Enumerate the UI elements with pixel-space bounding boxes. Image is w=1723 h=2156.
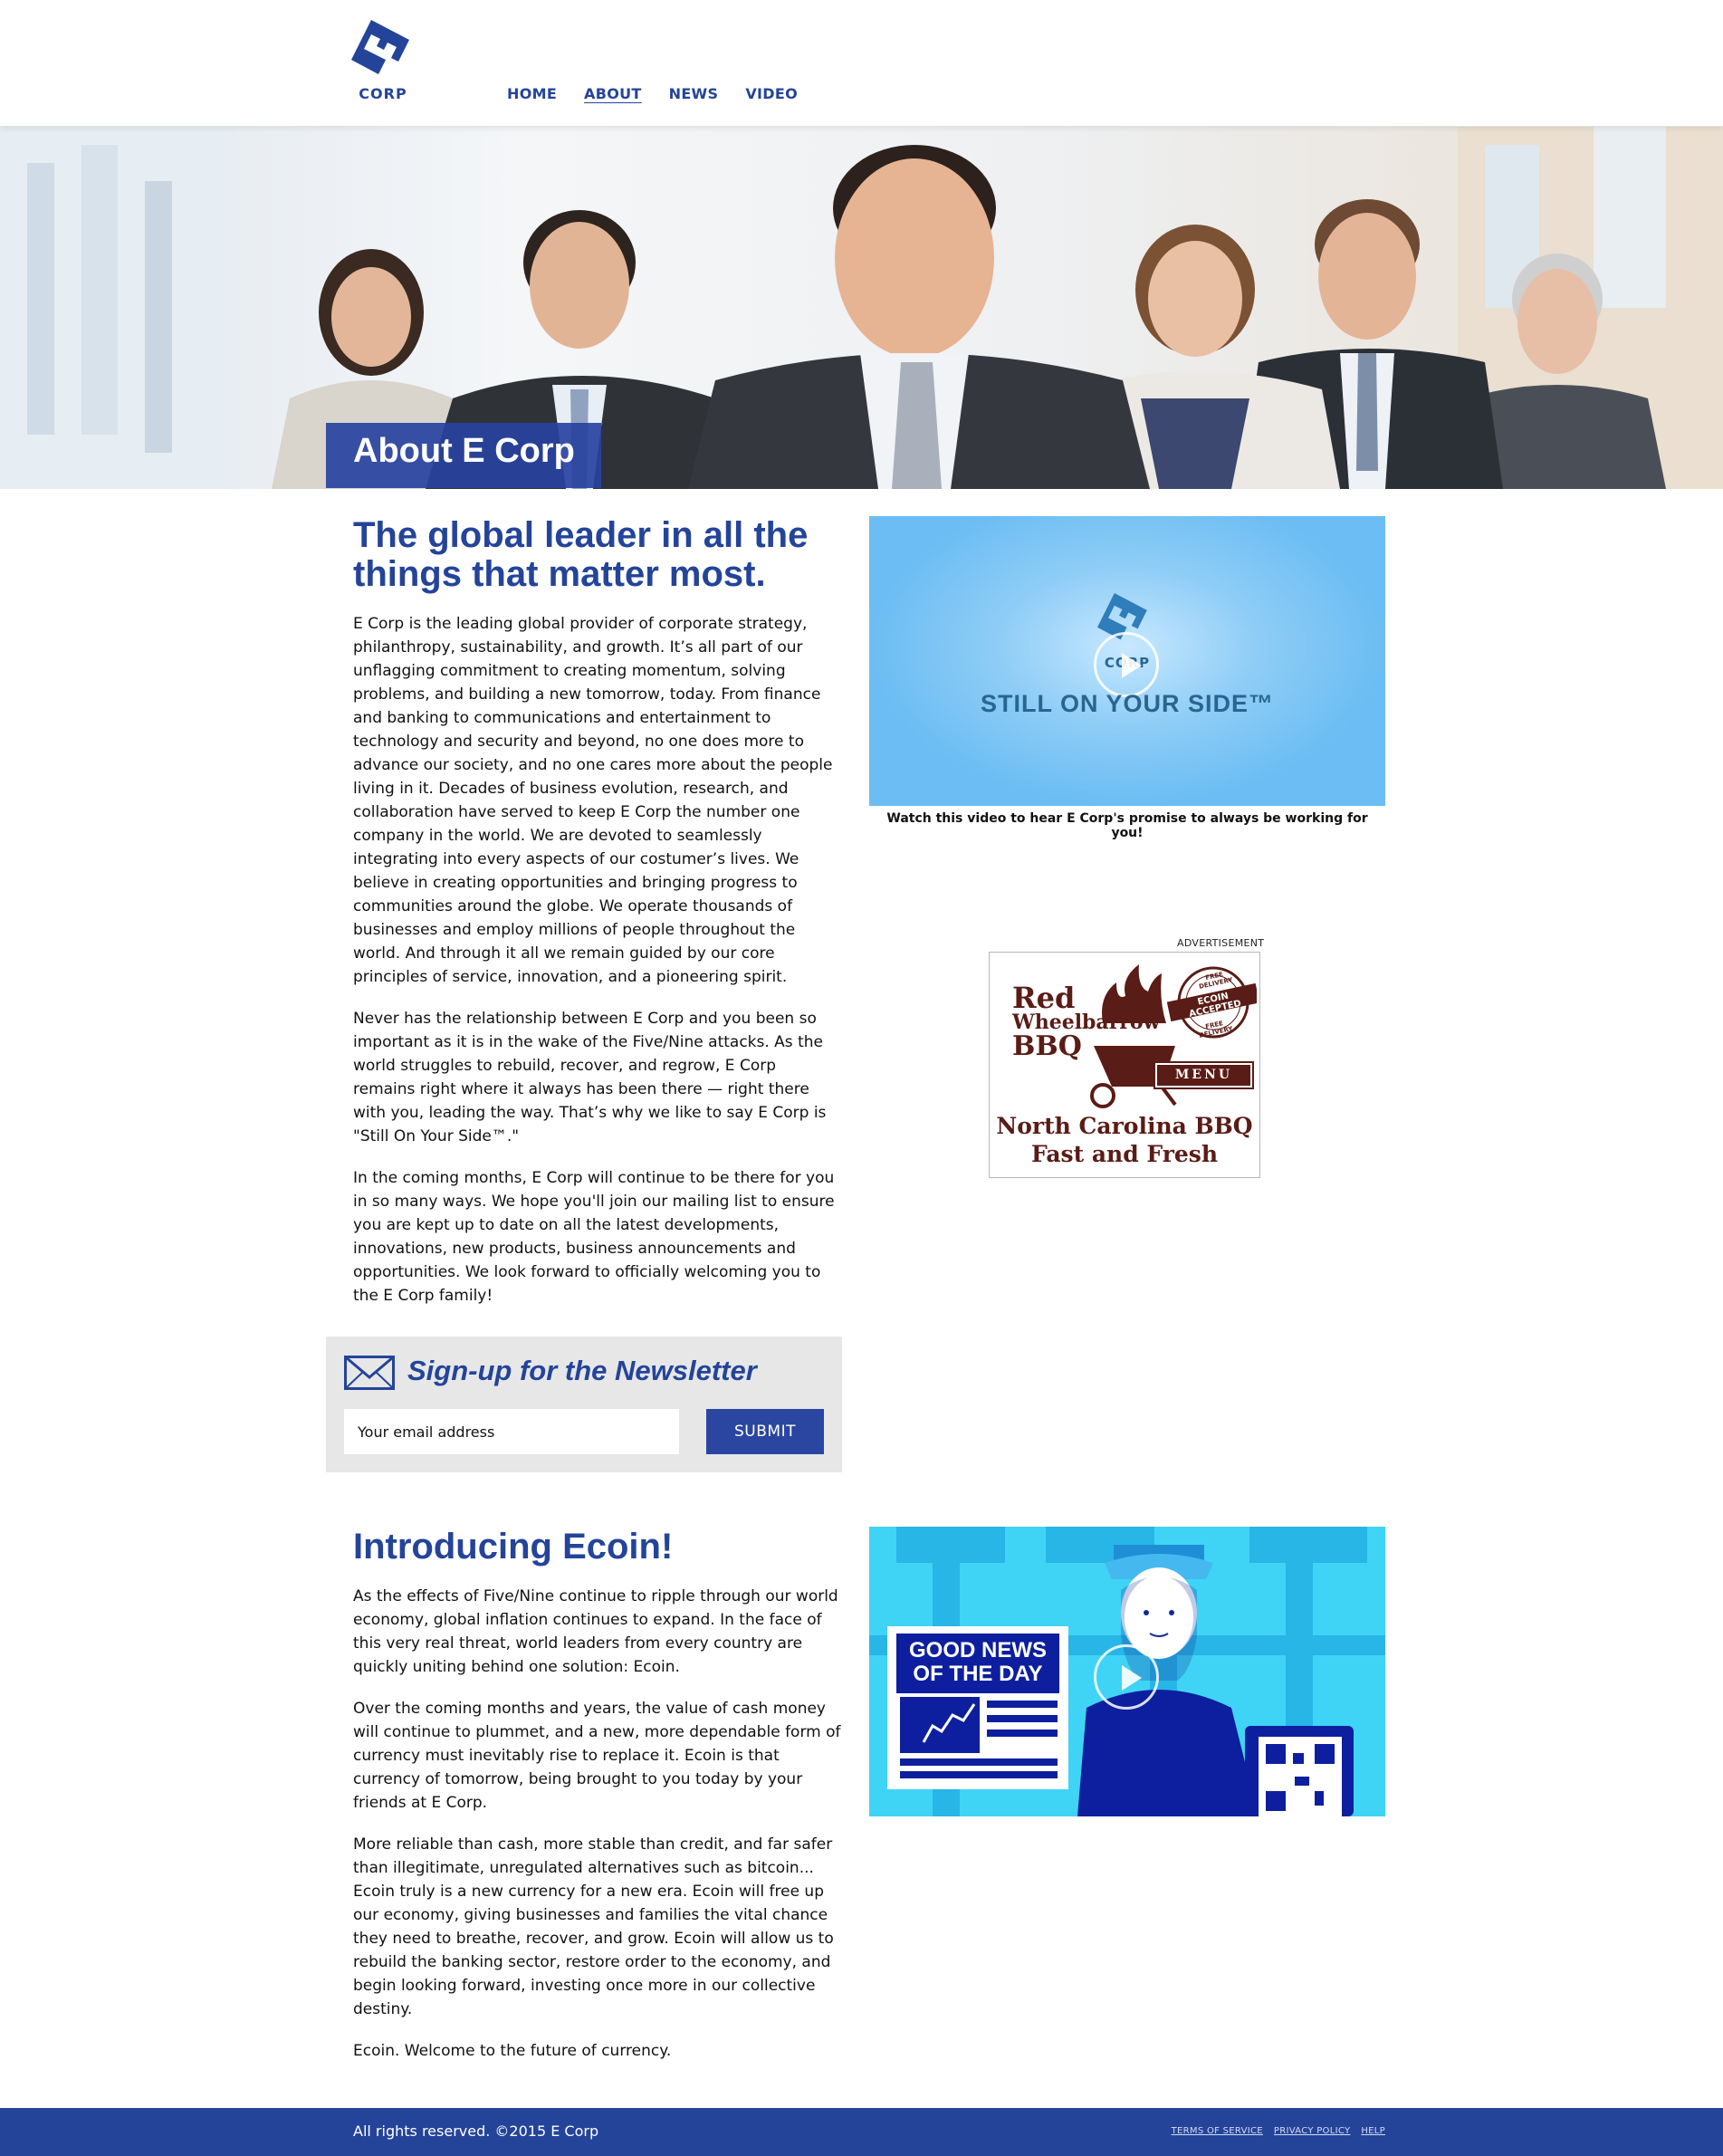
- promo-video-player[interactable]: CORP STILL ON YOUR SIDE™: [869, 516, 1385, 806]
- hero-team-photo: [0, 127, 1723, 489]
- terms-link[interactable]: TERMS OF SERVICE: [1172, 2126, 1263, 2136]
- site-footer: All rights reserved. ©2015 E Corp TERMS …: [0, 2108, 1723, 2156]
- logo-text: CORP: [359, 85, 407, 102]
- ecoin-accepted-seal: ECOIN ACCEPTED FREE DELIVERY FREE DELIVE…: [1166, 962, 1259, 1043]
- ecoin-video-player[interactable]: GOOD NEWS OF THE DAY: [869, 1527, 1385, 1816]
- play-button-icon[interactable]: [1094, 1644, 1159, 1710]
- ecoin-paragraph: More reliable than cash, more stable tha…: [353, 1835, 834, 2018]
- sign-line: GOOD NEWS: [908, 1638, 1047, 1663]
- copyright-text: All rights reserved. ©2015 E Corp: [353, 2122, 599, 2140]
- nav-video[interactable]: VIDEO: [745, 85, 798, 102]
- ecoin-body: As the effects of Five/Nine continue to …: [353, 1585, 842, 2081]
- about-paragraph: E Corp is the leading global provider of…: [353, 615, 833, 986]
- video-caption: Watch this video to hear E Corp's promis…: [886, 811, 1368, 840]
- ad-label: ADVERTISEMENT: [1177, 937, 1265, 949]
- ecoin-paragraph: As the effects of Five/Nine continue to …: [353, 1587, 838, 1676]
- ecorp-logo[interactable]: CORP: [351, 20, 415, 107]
- ad-slogan-line: Fast and Fresh: [1030, 1141, 1219, 1167]
- main-nav: HOME ABOUT NEWS VIDEO: [507, 85, 798, 102]
- about-heading: The global leader in all the things that…: [353, 515, 809, 594]
- about-paragraph: Never has the relationship between E Cor…: [353, 1010, 827, 1145]
- site-header: CORP HOME ABOUT NEWS VIDEO: [0, 0, 1723, 127]
- ad-menu-button[interactable]: MENU: [1153, 1061, 1254, 1089]
- hero-banner: About E Corp: [0, 127, 1723, 489]
- nav-news[interactable]: NEWS: [669, 85, 719, 102]
- about-paragraph: In the coming months, E Corp will contin…: [353, 1169, 835, 1305]
- video-tagline: STILL ON YOUR SIDE™: [980, 690, 1275, 717]
- ad-slogan-line: North Carolina BBQ: [996, 1113, 1253, 1139]
- ecorp-logo-icon: [351, 20, 409, 74]
- sign-headline: GOOD NEWS OF THE DAY: [896, 1639, 1059, 1686]
- newsletter-signup: Sign-up for the Newsletter SUBMIT: [326, 1337, 842, 1472]
- privacy-link[interactable]: PRIVACY POLICY: [1274, 2126, 1350, 2136]
- ecoin-paragraph: Ecoin. Welcome to the future of currency…: [353, 2042, 672, 2060]
- email-field[interactable]: [344, 1409, 679, 1454]
- sign-line: OF THE DAY: [913, 1662, 1043, 1686]
- hero-title: About E Corp: [326, 423, 601, 488]
- nav-home[interactable]: HOME: [507, 85, 557, 102]
- help-link[interactable]: HELP: [1361, 2126, 1385, 2136]
- mail-icon: [344, 1356, 395, 1390]
- newsletter-title: Sign-up for the Newsletter: [407, 1355, 757, 1386]
- ad-slogan: North Carolina BBQ Fast and Fresh: [990, 1112, 1259, 1168]
- ecoin-paragraph: Over the coming months and years, the va…: [353, 1700, 841, 1812]
- ecoin-heading: Introducing Ecoin!: [353, 1527, 674, 1567]
- nav-about[interactable]: ABOUT: [584, 85, 642, 102]
- about-body: E Corp is the leading global provider of…: [353, 612, 842, 1326]
- bbq-advertisement[interactable]: Red Wheelbarrow BBQ ECOIN ACCEPTED FREE …: [989, 952, 1260, 1178]
- submit-button[interactable]: SUBMIT: [706, 1409, 824, 1454]
- play-button-icon[interactable]: [1094, 632, 1159, 697]
- footer-links: TERMS OF SERVICE PRIVACY POLICY HELP: [1172, 2126, 1385, 2136]
